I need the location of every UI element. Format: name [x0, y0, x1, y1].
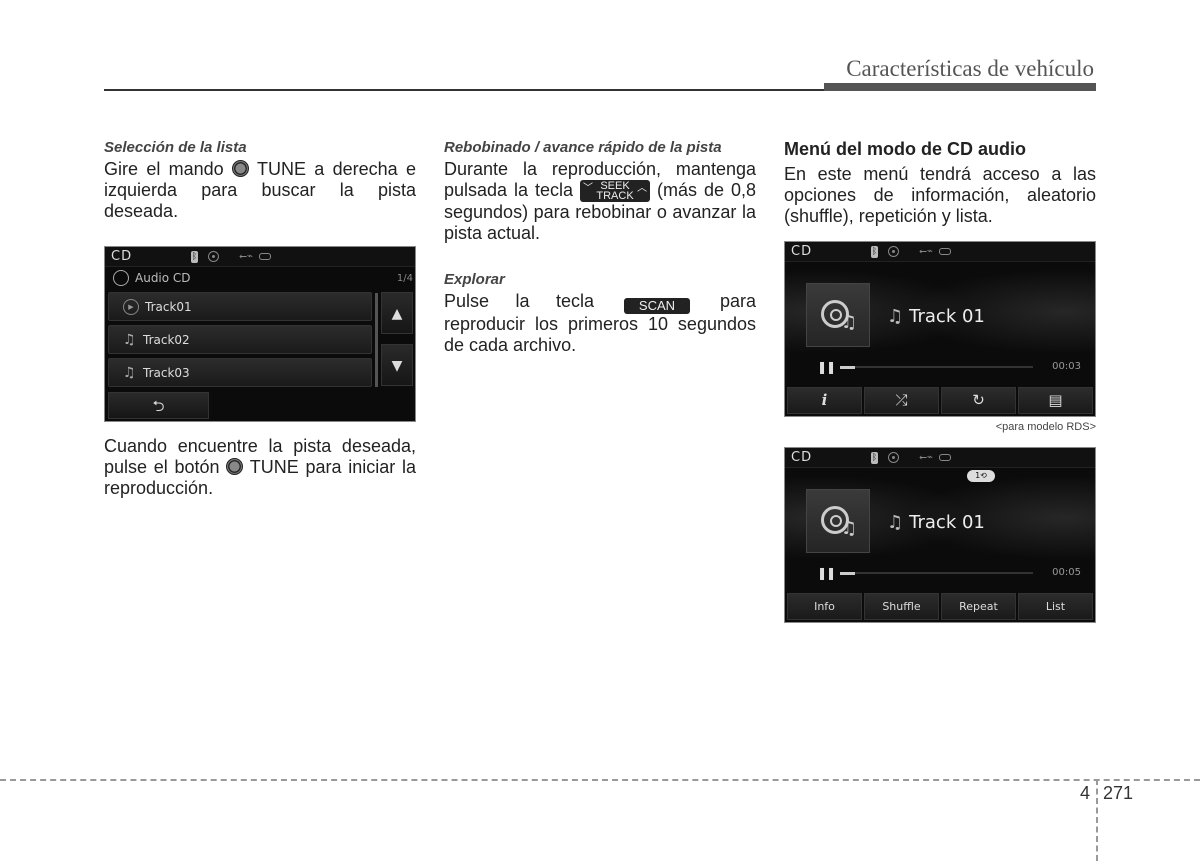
track-list-screen: CD ᛒ ⭠⌁ Audio CD 1/4 ▶ Track01 ♫ Track02… — [104, 246, 416, 422]
scroll-up-button[interactable]: ▲ — [381, 292, 413, 334]
running-header-title: Características de vehículo — [846, 56, 1094, 81]
status-bar: CD ᛒ ⭠⌁ — [785, 242, 1095, 262]
album-art: ♫ — [806, 489, 870, 553]
paragraph-scan: Pulse la tecla SCAN para reproducir los pr… — [444, 291, 756, 356]
bluetooth-icon: ᛒ — [871, 245, 878, 258]
track-name: Track 01 — [909, 512, 985, 533]
paragraph-tune-instruction: Gire el mando TUNE a derecha e izquierda… — [104, 159, 416, 222]
repeat-button[interactable]: Repeat — [941, 593, 1016, 620]
figure-caption: <para modelo RDS> — [995, 421, 1096, 433]
track-row[interactable]: ▶ Track01 — [108, 292, 372, 321]
pause-icon[interactable]: ❚❚ — [817, 566, 836, 580]
music-note-icon: ♫ — [887, 306, 904, 327]
aux-icon — [939, 248, 952, 255]
progress-bar[interactable] — [840, 366, 1033, 369]
track-name: Track01 — [145, 299, 192, 314]
seek-track-key: ﹀ SEEK TRACK ︿ — [580, 180, 651, 202]
paragraph-cd-menu: En este menú tendrá acceso a las opcione… — [784, 164, 1096, 226]
chevron-up-icon: ︿ — [637, 183, 648, 194]
usb-icon: ⭠⌁ — [239, 251, 254, 262]
usb-icon: ⭠⌁ — [919, 452, 934, 463]
scroll-down-button[interactable]: ▼ — [381, 344, 413, 386]
source-label: CD — [791, 244, 813, 259]
track-row[interactable]: ♫ Track03 — [108, 358, 372, 387]
header-rule-bar — [824, 83, 1096, 91]
progress-fill — [840, 366, 856, 369]
aux-icon — [259, 253, 272, 260]
music-note-icon: ♫ — [841, 312, 858, 333]
disc-icon — [888, 452, 899, 463]
status-bar: CD ᛒ ⭠⌁ — [785, 448, 1095, 468]
source-label: CD — [111, 249, 133, 264]
cd-player-screen-text: CD ᛒ ⭠⌁ 1⟲ ♫ ♫Track 01 ❚❚ 00:05 Info Shu… — [784, 447, 1096, 623]
column-rewind-scan: Rebobinado / avance rápido de la pista D… — [444, 138, 756, 356]
aux-icon — [939, 454, 952, 461]
now-playing-title: ♫ Track 01 — [887, 512, 985, 533]
track-name: Track03 — [143, 365, 190, 380]
music-note-icon: ♫ — [841, 518, 858, 539]
shuffle-button[interactable]: Shuffle — [864, 593, 939, 620]
bluetooth-icon: ᛒ — [871, 451, 878, 464]
disc-icon — [208, 251, 219, 262]
progress-fill — [840, 572, 856, 575]
now-playing-title: ♫ Track 01 — [887, 306, 985, 327]
elapsed-time: 00:03 — [1052, 361, 1081, 372]
heading-cd-menu: Menú del modo de CD audio — [784, 139, 1026, 159]
repeat-button[interactable]: ↻ — [941, 387, 1016, 414]
status-bar: CD ᛒ ⭠⌁ — [105, 247, 415, 267]
play-icon: ▶ — [123, 298, 139, 315]
footer-divider — [1096, 779, 1098, 861]
track-name: Track 01 — [909, 306, 985, 327]
subheading-rewind: Rebobinado / avance rápido de la pista — [444, 139, 722, 156]
subheading-scan: Explorar — [444, 271, 505, 288]
header-rule — [104, 89, 824, 91]
page-number: 271 — [1103, 783, 1134, 803]
tune-knob-icon — [231, 160, 249, 177]
source-label: CD — [791, 450, 813, 465]
chevron-down-icon: ﹀ — [583, 183, 594, 194]
chapter-number: 4 — [1080, 783, 1091, 803]
paragraph-rewind: Durante la reproducción, mantenga pulsad… — [444, 159, 756, 244]
usb-icon: ⭠⌁ — [919, 246, 934, 257]
elapsed-time: 00:05 — [1052, 567, 1081, 578]
cd-icon — [113, 270, 129, 286]
progress-bar[interactable] — [840, 572, 1033, 575]
disc-icon — [888, 246, 899, 257]
column-cd-menu: Menú del modo de CD audio En este menú t… — [784, 138, 1096, 623]
scrollbar[interactable] — [375, 293, 378, 387]
list-button[interactable]: List — [1018, 593, 1093, 620]
text: Gire el mando — [104, 159, 224, 179]
scan-key: SCAN — [623, 298, 690, 314]
bluetooth-icon: ᛒ — [191, 250, 198, 263]
page-indicator: 1/4 — [396, 272, 413, 284]
shuffle-button[interactable]: ⤮ — [864, 387, 939, 414]
back-button[interactable]: ⮌ — [108, 392, 209, 419]
track-row[interactable]: ♫ Track02 — [108, 325, 372, 354]
menu-bar: i ⤮ ↻ ▤ — [787, 387, 1093, 414]
list-title: Audio CD — [135, 271, 191, 285]
column-list-selection: Selección de la lista Gire el mando TUNE… — [104, 138, 416, 499]
text: Pulse la tecla — [444, 291, 594, 311]
info-button[interactable]: i — [787, 387, 862, 414]
list-header: Audio CD 1/4 — [105, 267, 415, 289]
cd-player-screen-icons: CD ᛒ ⭠⌁ ♫ ♫ Track 01 ❚❚ 00:03 i ⤮ ↻ ▤ — [784, 241, 1096, 417]
paragraph-start-playback: Cuando encuentre la pista deseada, pulse… — [104, 436, 416, 499]
footer-rule — [0, 779, 1200, 781]
subheading-list-selection: Selección de la lista — [104, 139, 247, 156]
track-name: Track02 — [143, 332, 190, 347]
pause-icon[interactable]: ❚❚ — [817, 360, 836, 374]
list-button[interactable]: ▤ — [1018, 387, 1093, 414]
info-button[interactable]: Info — [787, 593, 862, 620]
music-note-icon: ♫ — [887, 512, 904, 533]
menu-bar: Info Shuffle Repeat List — [787, 593, 1093, 620]
tune-knob-icon — [226, 458, 244, 475]
album-art: ♫ — [806, 283, 870, 347]
music-note-icon: ♫ — [123, 364, 136, 381]
music-note-icon: ♫ — [123, 331, 136, 348]
